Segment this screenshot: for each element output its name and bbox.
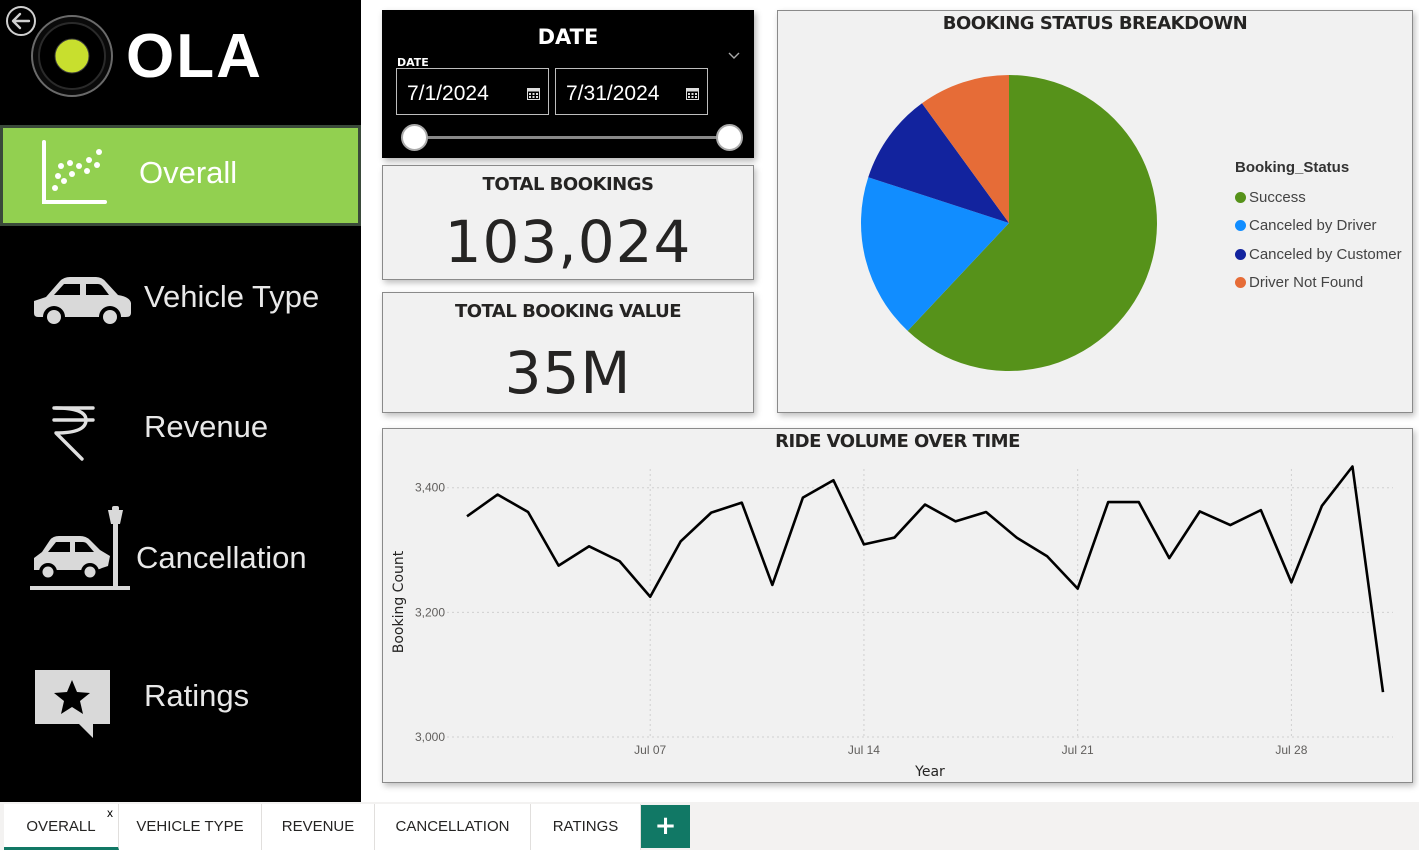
tab-revenue[interactable]: REVENUE bbox=[262, 804, 375, 850]
scatter-chart-icon bbox=[42, 140, 107, 204]
legend-item[interactable]: Driver Not Found bbox=[1235, 269, 1402, 298]
x-tick-label: Jul 28 bbox=[1275, 743, 1307, 757]
star-speech-bubble-icon bbox=[35, 670, 110, 738]
x-tick-label: Jul 21 bbox=[1062, 743, 1094, 757]
start-date-value: 7/1/2024 bbox=[407, 82, 489, 105]
sidebar-item-ratings[interactable]: Ratings bbox=[0, 660, 361, 750]
y-axis-label: Booking Count bbox=[391, 550, 407, 653]
sidebar-item-cancellation[interactable]: Cancellation bbox=[0, 500, 361, 600]
total-bookings-card: TOTAL BOOKINGS 103,024 bbox=[382, 165, 754, 280]
close-tab-icon[interactable]: x bbox=[107, 790, 113, 836]
tab-label: OVERALL bbox=[26, 818, 96, 835]
end-date-value: 7/31/2024 bbox=[566, 82, 660, 105]
date-range-slider-track[interactable] bbox=[414, 136, 730, 139]
date-slicer-title: DATE bbox=[537, 25, 599, 49]
tab-label: RATINGS bbox=[552, 818, 619, 835]
total-booking-value-title: TOTAL BOOKING VALUE bbox=[454, 301, 682, 322]
booking-status-pie-card: BOOKING STATUS BREAKDOWN Booking_Status … bbox=[777, 10, 1413, 413]
end-date-input[interactable]: 7/31/2024 bbox=[555, 68, 708, 115]
add-page-button[interactable]: + bbox=[641, 805, 690, 848]
legend-label: Success bbox=[1249, 188, 1306, 206]
legend-label: Driver Not Found bbox=[1249, 274, 1364, 292]
sidebar-item-label: Vehicle Type bbox=[144, 279, 320, 314]
calendar-icon[interactable] bbox=[527, 87, 540, 100]
legend-item[interactable]: Success bbox=[1235, 183, 1402, 212]
date-range-start-handle[interactable] bbox=[401, 124, 428, 151]
tab-label: CANCELLATION bbox=[395, 818, 510, 835]
sidebar-item-overall[interactable]: Overall bbox=[0, 125, 361, 226]
x-axis-label: Year bbox=[914, 764, 945, 780]
tab-overall[interactable]: OVERALL x bbox=[4, 804, 119, 850]
sidebar-item-revenue[interactable]: Revenue bbox=[0, 385, 361, 475]
date-range-end-handle[interactable] bbox=[716, 124, 743, 151]
car-crash-icon bbox=[30, 506, 130, 590]
car-icon bbox=[34, 277, 131, 328]
start-date-input[interactable]: 7/1/2024 bbox=[396, 68, 549, 115]
legend-label: Canceled by Customer bbox=[1249, 245, 1402, 263]
ola-logo-icon bbox=[31, 15, 113, 97]
legend-item[interactable]: Canceled by Customer bbox=[1235, 240, 1402, 269]
y-tick-label: 3,400 bbox=[415, 481, 445, 495]
legend-title: Booking_Status bbox=[1235, 159, 1350, 176]
sidebar-item-label: Revenue bbox=[144, 409, 269, 444]
tab-cancellation[interactable]: CANCELLATION bbox=[375, 804, 531, 850]
tab-vehicle-type[interactable]: VEHICLE TYPE bbox=[119, 804, 262, 850]
tab-label: REVENUE bbox=[281, 818, 355, 835]
tab-ratings[interactable]: RATINGS bbox=[531, 804, 641, 850]
date-slicer: DATE DATE 7/1/2024 7/31/2024 bbox=[382, 10, 754, 158]
chevron-down-icon[interactable] bbox=[727, 50, 741, 60]
total-booking-value-value: 35M bbox=[504, 339, 632, 407]
sidebar-item-label: Overall bbox=[139, 155, 238, 190]
sidebar-item-label: Cancellation bbox=[136, 540, 307, 575]
x-tick-label: Jul 07 bbox=[634, 743, 666, 757]
sidebar: OLA Overall Vehicle Type Revenue Cancell… bbox=[0, 0, 361, 802]
booking-count-line[interactable] bbox=[466, 465, 1385, 693]
y-tick-label: 3,000 bbox=[415, 730, 445, 744]
pie-legend: Booking_Status Success Canceled by Drive… bbox=[1235, 159, 1402, 297]
sidebar-item-vehicle-type[interactable]: Vehicle Type bbox=[0, 255, 361, 345]
total-bookings-value: 103,024 bbox=[444, 208, 692, 276]
tab-label: VEHICLE TYPE bbox=[136, 818, 244, 835]
ola-logo-text: OLA bbox=[126, 22, 263, 91]
legend-item[interactable]: Canceled by Driver bbox=[1235, 212, 1402, 241]
x-tick-label: Jul 14 bbox=[848, 743, 880, 757]
rupee-icon bbox=[52, 406, 95, 461]
y-tick-label: 3,200 bbox=[415, 605, 445, 619]
page-tab-bar: OVERALL x VEHICLE TYPE REVENUE CANCELLAT… bbox=[0, 802, 1419, 850]
total-bookings-title: TOTAL BOOKINGS bbox=[482, 174, 654, 195]
sidebar-item-label: Ratings bbox=[144, 678, 250, 713]
ride-volume-line-chart: 3,000 3,200 3,400 Jul 07 Jul 14 Jul 21 Jul 28 Y… bbox=[391, 465, 1393, 780]
ride-volume-line-card: RIDE VOLUME OVER TIME 3,000 3,200 3,400 Jul… bbox=[382, 428, 1413, 783]
calendar-icon[interactable] bbox=[686, 87, 699, 100]
legend-label: Canceled by Driver bbox=[1249, 217, 1377, 235]
total-booking-value-card: TOTAL BOOKING VALUE 35M bbox=[382, 292, 754, 413]
